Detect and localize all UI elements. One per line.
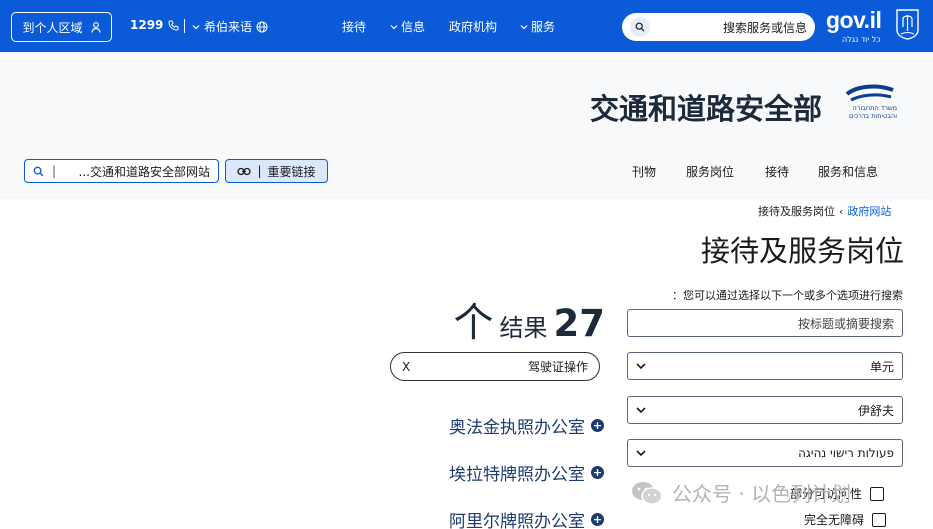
text-cursor: | — [52, 164, 57, 178]
result-item[interactable]: 阿里尔牌照办公室 + — [420, 507, 604, 529]
divider: | — [257, 164, 262, 178]
results-count-number: 27 — [553, 302, 606, 345]
topnav-label: 信息 — [401, 20, 426, 34]
subnav-services-info[interactable]: 服务和信息 — [818, 163, 878, 180]
unit-select[interactable]: 单元 — [627, 352, 903, 380]
page-title: 接待及服务岗位 — [700, 234, 904, 268]
title-search-placeholder: 按标题或摘要搜索 — [797, 316, 894, 331]
full-access-label: 完全无障碍 — [804, 513, 865, 527]
results-count: 个 结果 27 — [440, 290, 606, 348]
active-filter-label: 驾驶证操作 — [527, 360, 588, 374]
search-icon — [635, 22, 645, 32]
chevron-down-icon — [520, 24, 528, 29]
language-label: 希伯来语 — [204, 20, 253, 34]
results-count-prefix: 个 — [453, 300, 494, 346]
breadcrumb: 接待及服务岗位 ‹ 政府网站 — [758, 203, 891, 219]
topnav-government-agencies[interactable]: 政府机构 — [449, 18, 497, 35]
phone-number: 1299 — [130, 18, 164, 32]
result-item-title: 埃拉特牌照办公室 — [449, 465, 585, 485]
phone-icon — [168, 20, 179, 31]
filter-hint: ：您可以通过选择以下一个或多个选项进行搜索 — [672, 289, 903, 302]
state-emblem-icon — [896, 9, 919, 40]
link-icon — [237, 167, 252, 175]
watermark: 公众号 · 以色列计划 — [630, 478, 851, 507]
topnav-reception[interactable]: 接待 — [342, 18, 366, 35]
phone-link[interactable]: 1299 — [130, 18, 179, 32]
topnav-label: 接待 — [342, 20, 367, 34]
breadcrumb-home[interactable]: 政府网站 — [847, 203, 891, 219]
topic-select[interactable]: פעולות רישוי נהיגה — [627, 439, 903, 467]
search-icon — [33, 166, 44, 176]
subnav-publications[interactable]: 刊物 — [632, 163, 656, 180]
topic-select-value: פעולות רישוי נהיגה — [798, 446, 894, 460]
full-access-checkbox[interactable] — [872, 512, 887, 527]
wechat-icon — [632, 481, 663, 505]
active-filter-chip: X 驾驶证操作 — [390, 352, 600, 381]
globe-icon — [256, 21, 268, 32]
user-icon — [90, 21, 101, 33]
chevron-down-icon — [636, 450, 646, 457]
topnav-label: 政府机构 — [449, 20, 498, 34]
title-search-input[interactable]: 按标题或摘要搜索 — [627, 309, 903, 337]
ministry-title: 交通和道路安全部 — [589, 92, 822, 126]
expand-plus-icon[interactable]: + — [591, 466, 604, 479]
language-select[interactable]: 希伯来语 — [192, 18, 268, 35]
city-select-value: 伊舒夫 — [857, 403, 894, 418]
partial-access-checkbox[interactable] — [870, 486, 885, 501]
divider — [184, 19, 185, 33]
important-links-label: 重要链接 — [267, 164, 316, 179]
unit-select-value: 单元 — [869, 359, 894, 374]
full-access-checkbox-row[interactable]: 完全无障碍 — [804, 511, 887, 528]
expand-plus-icon[interactable]: + — [591, 419, 604, 432]
site-search-input[interactable]: | ...交通和道路安全部网站 — [24, 159, 219, 183]
chevron-down-icon — [636, 363, 646, 370]
remove-filter-button[interactable]: X — [402, 360, 410, 374]
chevron-down-icon — [390, 24, 398, 29]
search-placeholder: 搜索服务或信息 — [722, 20, 807, 35]
result-item-title: 奥法金执照办公室 — [449, 418, 585, 438]
chevron-left-icon: ‹ — [839, 204, 844, 218]
topnav-information[interactable]: 信息 — [390, 18, 425, 35]
topnav-label: 服务 — [531, 20, 556, 34]
subnav-service-stations[interactable]: 服务岗位 — [686, 163, 734, 180]
watermark-text: 公众号 · 以色列计划 — [672, 482, 852, 506]
result-item-title: 阿里尔牌照办公室 — [449, 512, 585, 529]
expand-plus-icon[interactable]: + — [591, 513, 604, 526]
gov-il-logo[interactable]: gov.il — [826, 7, 882, 34]
search-button[interactable] — [630, 17, 650, 37]
gov-il-tagline: כל יוד נגלה — [842, 35, 881, 44]
city-select[interactable]: 伊舒夫 — [627, 396, 903, 424]
chevron-down-icon — [192, 24, 200, 29]
topnav-services[interactable]: 服务 — [520, 18, 555, 35]
site-search-placeholder: ...交通和道路安全部网站 — [78, 164, 210, 179]
chevron-down-icon — [636, 407, 646, 414]
important-links-button[interactable]: | 重要链接 — [225, 159, 328, 183]
personal-area-label: 到个人区域 — [22, 20, 83, 35]
result-item[interactable]: 奥法金执照办公室 + — [420, 413, 604, 438]
breadcrumb-current: 接待及服务岗位 — [758, 205, 835, 218]
ministry-logo-icon: משרד התחבורה והבטיחות בדרכים — [845, 84, 897, 120]
global-search-input[interactable]: 搜索服务或信息 — [622, 13, 815, 41]
results-count-label: 结果 — [499, 314, 548, 342]
personal-area-button[interactable]: 到个人区域 — [11, 12, 112, 42]
ministry-logo-text-line2: והבטיחות בדרכים — [849, 112, 897, 120]
result-item[interactable]: 埃拉特牌照办公室 + — [420, 460, 604, 485]
subnav-reception[interactable]: 接待 — [765, 163, 789, 180]
ministry-logo-text-line1: משרד התחבורה — [852, 104, 897, 112]
